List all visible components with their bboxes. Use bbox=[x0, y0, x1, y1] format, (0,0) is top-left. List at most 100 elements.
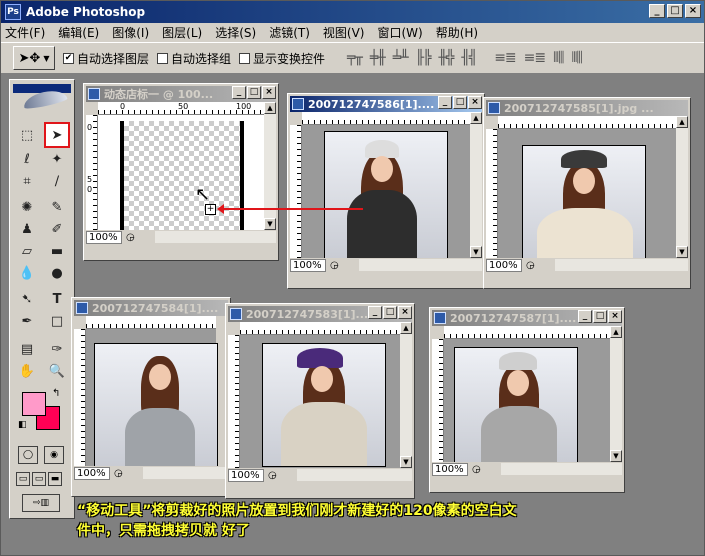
vertical-scrollbar[interactable]: ▲ ▼ bbox=[676, 116, 688, 258]
menu-file[interactable]: 文件(F) bbox=[5, 24, 45, 41]
status-arrow-icon[interactable]: ◶ bbox=[526, 260, 535, 271]
horizontal-scrollbar[interactable] bbox=[358, 259, 482, 271]
full-screen-icon[interactable]: ▬ bbox=[48, 472, 62, 486]
show-transform-checkbox[interactable] bbox=[239, 52, 251, 64]
rectangle-tool-icon[interactable]: □ bbox=[46, 310, 68, 332]
eyedropper-tool-icon[interactable]: ✑ bbox=[46, 338, 68, 360]
zoom-level[interactable]: 100% bbox=[74, 466, 110, 480]
doc-maximize-button[interactable]: □ bbox=[453, 96, 467, 109]
tool-preset-picker[interactable]: ➤✥ ▼ bbox=[13, 46, 55, 70]
doc-maximize-button[interactable]: □ bbox=[593, 310, 607, 323]
canvas-area[interactable] bbox=[98, 115, 264, 239]
document-window-doc1[interactable]: 动态店标一 @ 100... _ □ × 0 50 100 0 5 0 ▲ ▼ … bbox=[83, 83, 279, 261]
horizontal-scrollbar[interactable] bbox=[154, 231, 276, 243]
status-arrow-icon[interactable]: ◶ bbox=[330, 260, 339, 271]
status-arrow-icon[interactable]: ◶ bbox=[472, 464, 481, 475]
menu-help[interactable]: 帮助(H) bbox=[436, 24, 478, 41]
brush-tool-icon[interactable]: ✎ bbox=[46, 196, 68, 218]
vertical-scrollbar[interactable]: ▲ ▼ bbox=[264, 102, 276, 230]
transparent-canvas[interactable] bbox=[120, 121, 244, 239]
status-arrow-icon[interactable]: ◶ bbox=[268, 470, 277, 481]
zoom-level[interactable]: 100% bbox=[486, 258, 522, 272]
move-tool-icon[interactable]: ➤ bbox=[44, 122, 70, 148]
document-window-doc6[interactable]: 200712747587[1].... _ □ × ▲ ▼ 100% ◶ bbox=[429, 307, 625, 493]
zoom-level[interactable]: 100% bbox=[290, 258, 326, 272]
document-window-doc3[interactable]: 200712747585[1].jpg ... ▲ ▼ 100% ◶ bbox=[483, 97, 691, 289]
show-transform-option[interactable]: 显示变换控件 bbox=[239, 50, 325, 67]
distribute-vcenter-icon[interactable]: ≡≣ bbox=[524, 50, 546, 66]
horizontal-scrollbar[interactable] bbox=[554, 259, 688, 271]
menu-edit[interactable]: 编辑(E) bbox=[58, 24, 99, 41]
status-arrow-icon[interactable]: ◶ bbox=[126, 232, 135, 243]
doc-maximize-button[interactable]: □ bbox=[247, 86, 261, 99]
menu-filter[interactable]: 滤镜(T) bbox=[269, 24, 310, 41]
doc-close-button[interactable]: × bbox=[262, 86, 276, 99]
zoom-level[interactable]: 100% bbox=[432, 462, 468, 476]
healing-brush-tool-icon[interactable]: ✺ bbox=[16, 196, 38, 218]
close-button[interactable]: × bbox=[685, 4, 701, 18]
document-window-doc2[interactable]: 200712747586[1].... _ □ × ▲ ▼ 100% ◶ bbox=[287, 93, 485, 289]
doc-maximize-button[interactable]: □ bbox=[383, 306, 397, 319]
canvas-area[interactable] bbox=[498, 129, 676, 267]
canvas-area[interactable] bbox=[240, 335, 400, 468]
distribute-top-icon[interactable]: ≡≣ bbox=[494, 50, 516, 66]
doc-close-button[interactable]: × bbox=[468, 96, 482, 109]
scroll-up-icon[interactable]: ▲ bbox=[264, 102, 276, 114]
doc-minimize-button[interactable]: _ bbox=[578, 310, 592, 323]
align-left-icon[interactable]: ╟╠ bbox=[416, 50, 432, 66]
canvas-area[interactable] bbox=[444, 339, 610, 463]
doc-minimize-button[interactable]: _ bbox=[368, 306, 382, 319]
clone-stamp-tool-icon[interactable]: ♟ bbox=[16, 218, 38, 240]
scroll-down-icon[interactable]: ▼ bbox=[400, 456, 412, 468]
hand-tool-icon[interactable]: ✋ bbox=[16, 360, 38, 382]
type-tool-icon[interactable]: T bbox=[46, 288, 68, 310]
photo-girl-knit-hat[interactable] bbox=[454, 347, 578, 463]
slice-tool-icon[interactable]: ∕ bbox=[46, 170, 68, 192]
doc-minimize-button[interactable]: _ bbox=[438, 96, 452, 109]
distribute-left-icon[interactable]: ⫴⫼ bbox=[553, 50, 564, 66]
full-screen-menu-icon[interactable]: ▭ bbox=[32, 472, 46, 486]
canvas-area[interactable] bbox=[302, 125, 470, 259]
scroll-down-icon[interactable]: ▼ bbox=[470, 246, 482, 258]
maximize-button[interactable]: □ bbox=[667, 4, 683, 18]
gradient-tool-icon[interactable]: ▬ bbox=[46, 240, 68, 262]
menu-image[interactable]: 图像(I) bbox=[112, 24, 149, 41]
zoom-level[interactable]: 100% bbox=[86, 230, 122, 244]
marquee-tool-icon[interactable]: ⬚ bbox=[16, 124, 38, 146]
foreground-color-swatch[interactable] bbox=[22, 392, 46, 416]
doc-close-button[interactable]: × bbox=[398, 306, 412, 319]
menu-window[interactable]: 窗口(W) bbox=[377, 24, 422, 41]
zoom-tool-icon[interactable]: 🔍 bbox=[46, 360, 68, 382]
vertical-scrollbar[interactable]: ▲ ▼ bbox=[400, 322, 412, 468]
default-colors-icon[interactable]: ◧ bbox=[18, 420, 27, 430]
horizontal-scrollbar[interactable] bbox=[296, 469, 412, 481]
photo-girl-grey-cardigan[interactable] bbox=[94, 343, 218, 467]
document-titlebar[interactable]: 200712747585[1].jpg ... bbox=[486, 100, 688, 116]
blur-tool-icon[interactable]: 💧 bbox=[16, 262, 38, 284]
history-brush-tool-icon[interactable]: ✐ bbox=[46, 218, 68, 240]
vertical-scrollbar[interactable]: ▲ ▼ bbox=[610, 326, 622, 462]
document-window-doc4[interactable]: 200712747584[1].... 100% ◶ bbox=[71, 297, 231, 497]
doc-minimize-button[interactable]: _ bbox=[232, 86, 246, 99]
auto-select-layer-option[interactable]: ✔ 自动选择图层 bbox=[63, 50, 149, 67]
horizontal-scrollbar[interactable] bbox=[500, 463, 622, 475]
scroll-down-icon[interactable]: ▼ bbox=[610, 450, 622, 462]
eraser-tool-icon[interactable]: ▱ bbox=[16, 240, 38, 262]
status-arrow-icon[interactable]: ◶ bbox=[114, 468, 123, 479]
pen-tool-icon[interactable]: ✒ bbox=[16, 310, 38, 332]
auto-select-group-checkbox[interactable] bbox=[157, 52, 169, 64]
crop-tool-icon[interactable]: ⌗ bbox=[16, 170, 38, 192]
photo-girl-purple-hat[interactable] bbox=[262, 343, 386, 467]
notes-tool-icon[interactable]: ▤ bbox=[16, 338, 38, 360]
scroll-up-icon[interactable]: ▲ bbox=[676, 116, 688, 128]
zoom-level[interactable]: 100% bbox=[228, 468, 264, 482]
minimize-button[interactable]: _ bbox=[649, 4, 665, 18]
auto-select-group-option[interactable]: 自动选择组 bbox=[157, 50, 231, 67]
align-bottom-icon[interactable]: ╧╨ bbox=[393, 50, 409, 66]
document-titlebar[interactable]: 200712747584[1].... bbox=[74, 300, 228, 316]
lasso-tool-icon[interactable]: ℓ bbox=[16, 148, 38, 170]
align-hcenter-icon[interactable]: ╫╬ bbox=[438, 50, 454, 66]
magic-wand-tool-icon[interactable]: ✦ bbox=[46, 148, 68, 170]
document-window-doc5[interactable]: 200712747583[1].... _ □ × ▲ ▼ 100% ◶ bbox=[225, 303, 415, 499]
scroll-up-icon[interactable]: ▲ bbox=[610, 326, 622, 338]
